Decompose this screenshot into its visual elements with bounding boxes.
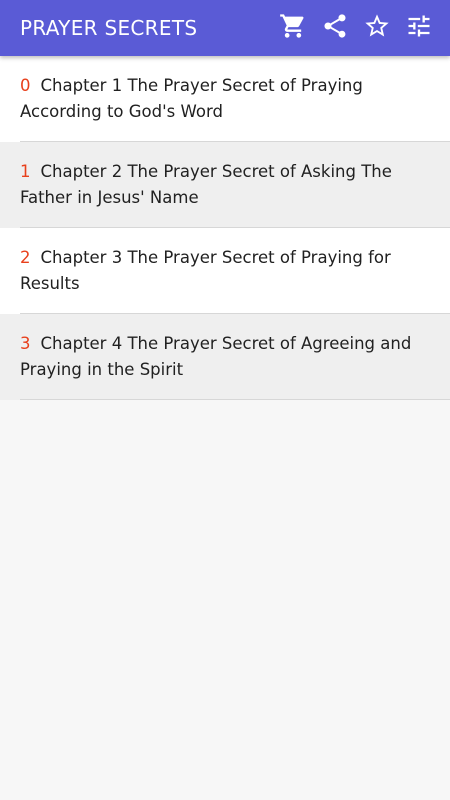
chapter-title: Chapter 1 The Prayer Secret of Praying A… [20,76,363,121]
chapter-text: 3 Chapter 4 The Prayer Secret of Agreeing… [20,331,430,383]
chapter-title: Chapter 3 The Prayer Secret of Praying f… [20,248,391,293]
chapter-number: 0 [20,76,31,95]
cart-button[interactable] [272,0,314,56]
app-title: PRAYER SECRETS [20,16,198,40]
chapter-number: 1 [20,162,31,181]
share-icon [321,12,349,44]
star-outline-icon [363,12,391,44]
favorite-button[interactable] [356,0,398,56]
chapter-text: 0 Chapter 1 The Prayer Secret of Praying … [20,73,430,125]
chapter-title: Chapter 2 The Prayer Secret of Asking Th… [20,162,392,207]
app-bar: PRAYER SECRETS [0,0,450,56]
chapter-text: 1 Chapter 2 The Prayer Secret of Asking T… [20,159,430,211]
chapter-number: 3 [20,334,31,353]
share-button[interactable] [314,0,356,56]
settings-button[interactable] [398,0,440,56]
chapter-item[interactable]: 0 Chapter 1 The Prayer Secret of Praying … [0,56,450,142]
tune-icon [405,12,433,44]
chapter-number: 2 [20,248,31,267]
toolbar-actions [272,0,440,56]
chapter-item[interactable]: 3 Chapter 4 The Prayer Secret of Agreeing… [0,314,450,400]
chapter-title: Chapter 4 The Prayer Secret of Agreeing … [20,334,412,379]
chapter-text: 2 Chapter 3 The Prayer Secret of Praying … [20,245,430,297]
chapter-item[interactable]: 1 Chapter 2 The Prayer Secret of Asking T… [0,142,450,228]
cart-icon [279,12,307,44]
chapter-list: 0 Chapter 1 The Prayer Secret of Praying … [0,56,450,400]
chapter-item[interactable]: 2 Chapter 3 The Prayer Secret of Praying … [0,228,450,314]
